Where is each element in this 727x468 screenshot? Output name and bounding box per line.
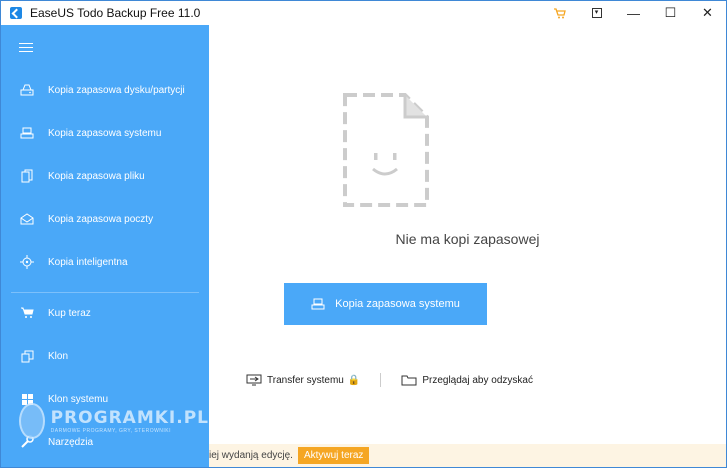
transfer-system-link[interactable]: Transfer systemu 🔒 — [246, 374, 360, 386]
sidebar: Kopia zapasowa dysku/partycji Kopia zapa… — [1, 25, 209, 467]
sidebar-item-mail-backup[interactable]: Kopia zapasowa poczty — [1, 205, 209, 233]
browse-recover-label: Przeglądaj aby odzyskać — [422, 374, 533, 386]
watermark-title: PROGRAMKI.PL — [50, 408, 209, 428]
close-button[interactable]: ✕ — [689, 1, 726, 25]
window-controls: ▾ — ☐ ✕ — [541, 1, 726, 25]
window-title: EaseUS Todo Backup Free 11.0 — [30, 6, 201, 20]
link-separator — [380, 373, 382, 387]
transfer-icon — [246, 374, 262, 386]
sidebar-item-clone[interactable]: Klon — [1, 342, 209, 370]
folder-icon — [401, 375, 417, 386]
sidebar-item-system-backup[interactable]: Kopia zapasowa systemu — [1, 119, 209, 147]
links-row: Transfer systemu 🔒 Przeglądaj aby odzysk… — [246, 373, 533, 387]
hamburger-menu-icon[interactable] — [19, 43, 33, 55]
dropdown-icon: ▾ — [591, 8, 602, 18]
system-backup-button-label: Kopia zapasowa systemu — [335, 298, 460, 310]
sidebar-item-label: Kup teraz — [48, 307, 91, 319]
maximize-button[interactable]: ☐ — [652, 1, 689, 25]
upgrade-banner-text: iej wydanją edycję. — [209, 450, 293, 461]
main-panel: Nie ma kopi zapasowej Kopia zapasowa sys… — [209, 25, 726, 467]
sidebar-item-label: Kopia zapasowa poczty — [48, 213, 154, 225]
browse-recover-link[interactable]: Przeglądaj aby odzyskać — [401, 374, 533, 386]
sidebar-item-buy-now[interactable]: Kup teraz — [1, 299, 209, 327]
mail-backup-icon — [19, 211, 35, 227]
sidebar-item-file-backup[interactable]: Kopia zapasowa pliku — [1, 162, 209, 190]
upgrade-banner: iej wydanją edycję. Aktywuj teraz — [209, 444, 726, 467]
watermark-circle-icon — [19, 403, 45, 439]
file-backup-icon — [19, 168, 35, 184]
sidebar-item-label: Kopia zapasowa systemu — [48, 127, 162, 139]
system-backup-button[interactable]: Kopia zapasowa systemu — [284, 283, 487, 325]
minimize-button[interactable]: — — [615, 1, 652, 25]
empty-state-text: Nie ma kopi zapasowej — [395, 231, 540, 247]
sidebar-item-label: Kopia inteligentna — [48, 256, 128, 268]
title-bar: EaseUS Todo Backup Free 11.0 ▾ — ☐ ✕ — [1, 1, 726, 25]
lock-icon: 🔒 — [347, 374, 361, 386]
cart-icon — [19, 305, 35, 321]
sidebar-item-disk-backup[interactable]: Kopia zapasowa dysku/partycji — [1, 76, 209, 104]
smart-backup-icon — [19, 254, 35, 270]
sidebar-item-label: Kopia zapasowa pliku — [48, 170, 145, 182]
app-logo-icon — [10, 7, 22, 19]
shop-cart-icon[interactable] — [541, 1, 578, 25]
transfer-system-label: Transfer systemu — [267, 374, 344, 386]
disk-backup-icon — [19, 82, 35, 98]
app-window: EaseUS Todo Backup Free 11.0 ▾ — ☐ ✕ Kop… — [0, 0, 727, 468]
system-backup-icon — [19, 125, 35, 141]
sidebar-item-label: Klon — [48, 350, 69, 362]
system-backup-icon — [311, 298, 325, 310]
watermark-text: PROGRAMKI.PL DARMOWE PROGRAMY, GRY, STER… — [51, 408, 209, 434]
dropdown-menu-button[interactable]: ▾ — [578, 1, 615, 25]
sidebar-item-smart-backup[interactable]: Kopia inteligentna — [1, 248, 209, 276]
sidebar-item-label: Kopia zapasowa dysku/partycji — [48, 84, 185, 96]
watermark-logo: PROGRAMKI.PL DARMOWE PROGRAMY, GRY, STER… — [19, 401, 209, 441]
empty-file-icon — [343, 93, 429, 212]
clone-icon — [19, 348, 35, 364]
watermark-subtitle: DARMOWE PROGRAMY, GRY, STEROWNIKI — [50, 428, 172, 434]
activate-now-button[interactable]: Aktywuj teraz — [297, 447, 370, 464]
sidebar-divider — [11, 292, 199, 293]
